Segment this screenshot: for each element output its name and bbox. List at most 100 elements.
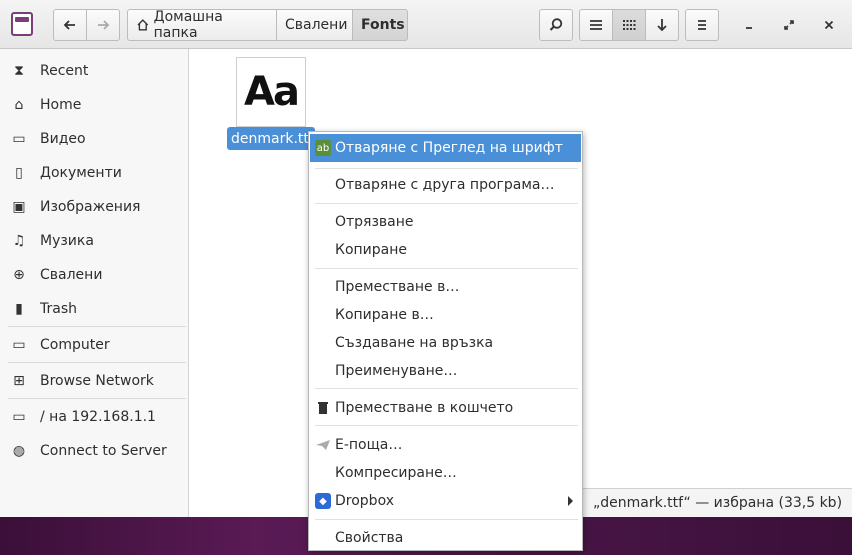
menu-item-label: Преместване в кошчето [335, 400, 514, 416]
arrow-down-icon [657, 19, 667, 32]
menu-divider [315, 425, 578, 426]
close-button[interactable] [818, 14, 840, 36]
breadcrumb-label: Свалени [285, 17, 348, 33]
sidebar-divider [8, 326, 186, 327]
sidebar-item-music[interactable]: ♫ Музика [0, 225, 188, 257]
computer-icon: ▭ [12, 337, 26, 353]
sidebar-item-recent[interactable]: ⧗ Recent [0, 55, 188, 87]
sidebar-item-label: Trash [40, 301, 77, 317]
menu-item-label: Компресиране… [335, 465, 457, 481]
breadcrumb-home[interactable]: Домашна папка [127, 9, 277, 41]
home-icon: ⌂ [14, 97, 24, 113]
breadcrumb-label: Домашна папка [153, 9, 223, 41]
breadcrumb-fonts[interactable]: Fonts [352, 9, 408, 41]
menu-divider [315, 388, 578, 389]
sidebar-item-computer[interactable]: ▭ Computer [0, 329, 188, 361]
menu-item-open-with-font-viewer[interactable]: ab Отваряне с Преглед на шрифт [310, 134, 581, 162]
menu-item-label: Преместване в… [335, 279, 460, 295]
font-viewer-icon: ab [315, 140, 331, 156]
search-button[interactable] [539, 9, 573, 41]
sidebar-item-downloads[interactable]: ⊕ Свалени [0, 259, 188, 291]
app-menu-icon[interactable] [11, 12, 33, 36]
sidebar-item-browse-network[interactable]: ⊞ Browse Network [0, 365, 188, 397]
minimize-icon [746, 27, 752, 29]
menu-item-open-with-other[interactable]: Отваряне с друга програма… [310, 171, 581, 199]
network-share-icon: ▭ [12, 409, 26, 425]
file-name-label[interactable]: denmark.ttf [227, 127, 315, 150]
sidebar-item-label: Музика [40, 233, 94, 249]
sidebar-item-label: Browse Network [40, 373, 154, 389]
status-text: „denmark.ttf“ — избрана (33,5 kb) [593, 495, 843, 511]
menu-item-make-link[interactable]: Създаване на връзка [310, 329, 581, 357]
menu-item-move-to-trash[interactable]: Преместване в кошчето [310, 394, 581, 422]
menu-item-copy-to[interactable]: Копиране в… [310, 301, 581, 329]
arrow-left-icon [63, 20, 75, 30]
sidebar-divider [8, 362, 186, 363]
downloads-icon: ⊕ [13, 267, 25, 283]
recent-icon: ⧗ [14, 63, 24, 79]
status-bar: „denmark.ttf“ — избрана (33,5 kb) [582, 488, 852, 517]
sidebar-item-label: Connect to Server [40, 443, 167, 459]
minimize-button[interactable] [738, 14, 760, 36]
sidebar-item-label: Home [40, 97, 82, 113]
submenu-arrow-icon [568, 496, 573, 506]
menu-item-label: Преименуване… [335, 363, 458, 379]
menu-item-label: Копиране [335, 242, 407, 258]
breadcrumb-downloads[interactable]: Свалени [276, 9, 353, 41]
menu-item-properties[interactable]: Свойства [310, 524, 581, 552]
menu-divider [315, 268, 578, 269]
sidebar-item-trash[interactable]: ▮ Trash [0, 293, 188, 325]
sidebar-item-label: Видео [40, 131, 86, 147]
menu-button[interactable] [685, 9, 719, 41]
menu-item-label: Създаване на връзка [335, 335, 494, 351]
video-icon: ▭ [12, 131, 26, 147]
font-file-thumbnail[interactable]: Aa [236, 57, 306, 127]
sidebar-item-pictures[interactable]: ▣ Изображения [0, 191, 188, 223]
sidebar-divider [8, 398, 186, 399]
sort-button[interactable] [645, 9, 679, 41]
menu-divider [315, 203, 578, 204]
mail-icon [315, 437, 331, 453]
menu-item-copy[interactable]: Копиране [310, 236, 581, 264]
menu-divider [315, 168, 578, 169]
sidebar-item-label: / на 192.168.1.1 [40, 409, 156, 425]
sidebar-item-label: Recent [40, 63, 89, 79]
sidebar-item-home[interactable]: ⌂ Home [0, 89, 188, 121]
menu-item-label: Свойства [335, 530, 404, 546]
menu-item-label: Е-поща… [335, 437, 403, 453]
arrow-right-icon [98, 20, 110, 30]
sidebar-item-documents[interactable]: ▯ Документи [0, 157, 188, 189]
sidebar-item-video[interactable]: ▭ Видео [0, 123, 188, 155]
sidebar-item-network-share[interactable]: ▭ / на 192.168.1.1 [0, 401, 188, 433]
menu-item-label: Dropbox [335, 493, 394, 509]
hamburger-icon [698, 20, 706, 30]
menu-item-label: Отрязване [335, 214, 414, 230]
documents-icon: ▯ [15, 165, 23, 181]
back-button[interactable] [53, 9, 87, 41]
menu-item-compress[interactable]: Компресиране… [310, 459, 581, 487]
context-menu: ab Отваряне с Преглед на шрифт Отваряне … [308, 131, 583, 551]
menu-item-label: Отваряне с друга програма… [335, 177, 555, 193]
globe-icon: ◍ [12, 443, 26, 459]
trash-icon [315, 400, 331, 416]
menu-item-rename[interactable]: Преименуване… [310, 357, 581, 385]
maximize-button[interactable] [778, 14, 800, 36]
menu-item-cut[interactable]: Отрязване [310, 208, 581, 236]
sidebar-item-label: Computer [40, 337, 110, 353]
sidebar-item-connect-to-server[interactable]: ◍ Connect to Server [0, 435, 188, 467]
list-view-button[interactable] [579, 9, 613, 41]
pictures-icon: ▣ [12, 199, 26, 215]
grid-view-button[interactable] [612, 9, 646, 41]
music-icon: ♫ [12, 233, 26, 249]
dropbox-icon: ◆ [315, 493, 331, 509]
sidebar: ⧗ Recent ⌂ Home ▭ Видео ▯ Документи ▣ Из… [0, 49, 189, 517]
menu-item-move-to[interactable]: Преместване в… [310, 273, 581, 301]
forward-button[interactable] [86, 9, 120, 41]
maximize-icon [784, 20, 794, 30]
list-icon [590, 20, 602, 30]
sidebar-item-label: Свалени [40, 267, 103, 283]
menu-item-email[interactable]: Е-поща… [310, 431, 581, 459]
menu-item-label: Отваряне с Преглед на шрифт [335, 140, 563, 156]
menu-item-dropbox[interactable]: ◆ Dropbox [310, 487, 581, 515]
menu-divider [315, 519, 578, 520]
